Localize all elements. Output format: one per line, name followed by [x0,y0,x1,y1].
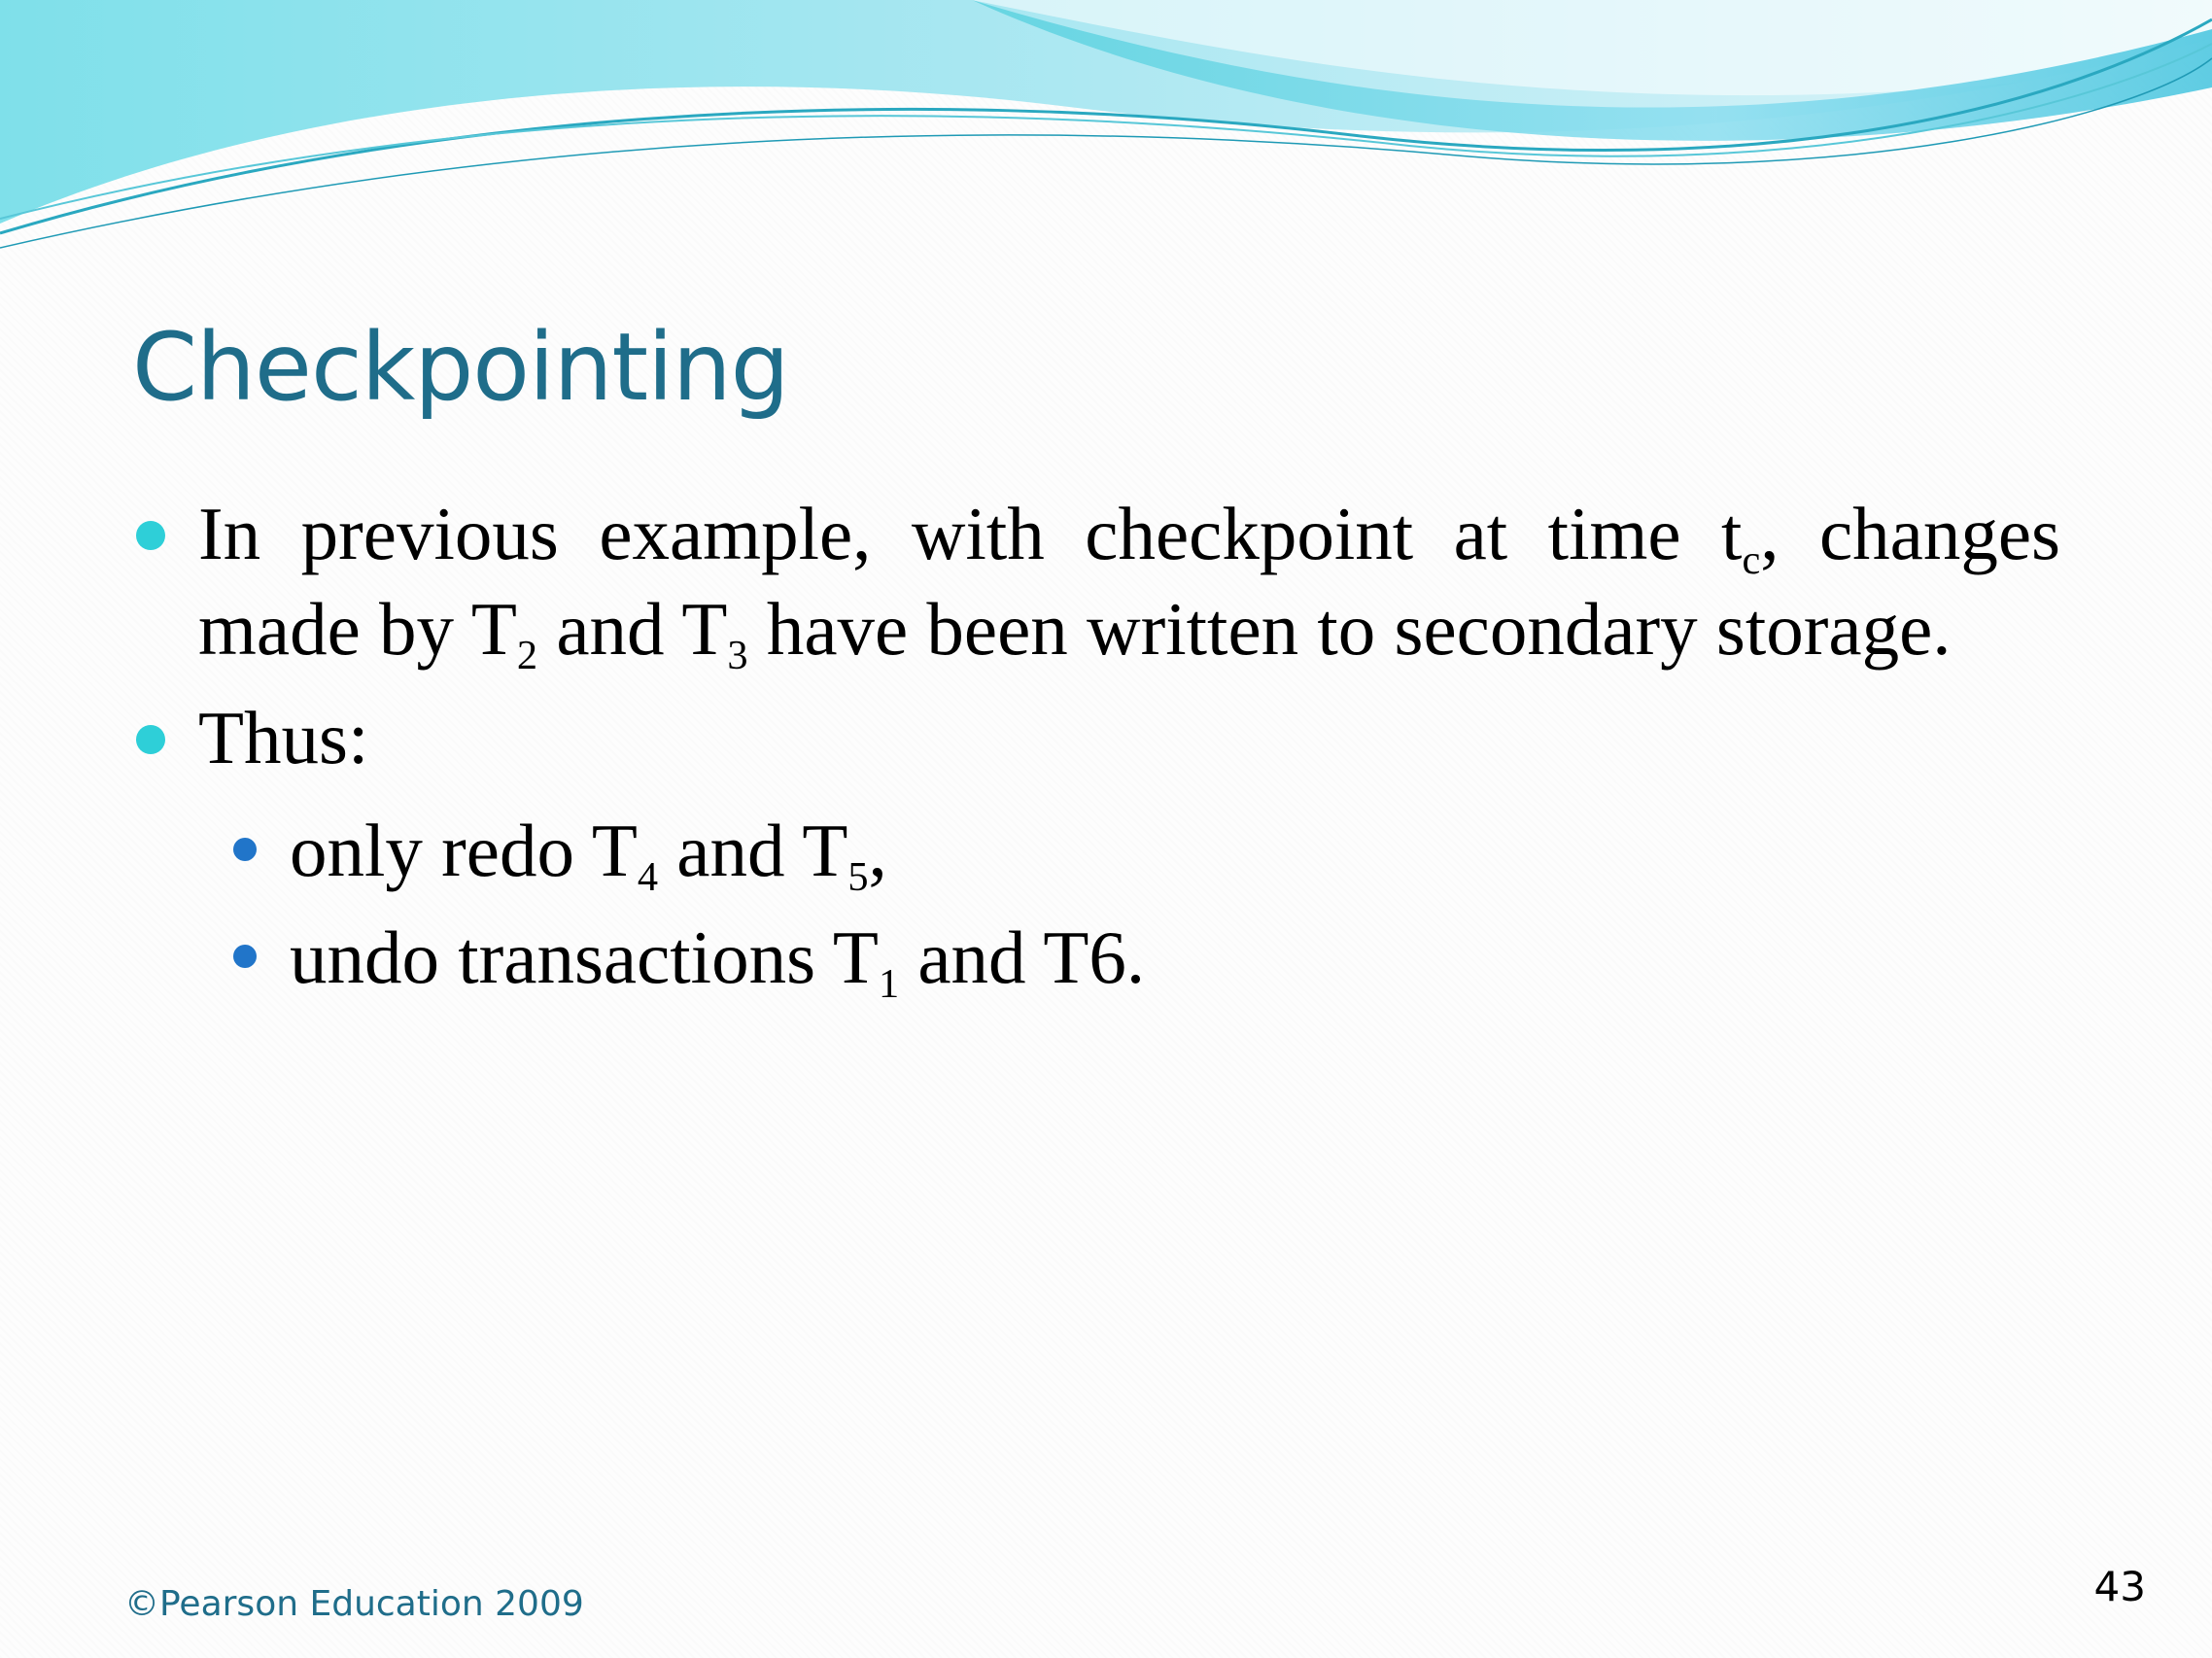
bullet-text: and T [658,809,848,892]
sub-bullet-list: only redo T4 and T5, undo transactions T… [136,797,2060,1011]
header-wave-decoration [0,0,2212,249]
sub-bullet-item-1: only redo T4 and T5, [233,797,2060,904]
bullet-text: only redo T [290,809,638,892]
bullet-text: undo transactions T [290,915,879,999]
bullet-text: In previous example, with checkpoint at … [198,492,1743,575]
bullet-dot-icon [136,521,165,550]
bullet-item-1: In previous example, with checkpoint at … [136,486,2060,676]
sub-bullet-dot-icon [233,945,257,968]
slide-title: Checkpointing [132,313,790,422]
bullet-text: , [868,809,887,892]
subscript: 5 [847,853,869,900]
subscript: 4 [637,853,659,900]
sub-bullet-dot-icon [233,838,257,861]
bullet-text: and T6. [899,915,1146,999]
sub-bullet-item-2: undo transactions T1 and T6. [233,904,2060,1011]
bullet-text: Thus: [198,696,369,779]
bullet-list: In previous example, with checkpoint at … [136,486,2060,1011]
slide: Checkpointing In previous example, with … [0,0,2212,1658]
bullet-dot-icon [136,725,165,754]
bullet-text: and T [537,587,728,671]
subscript: c [1742,536,1761,583]
footer-copyright: ©Pearson Education 2009 [124,1584,584,1624]
bullet-item-2: Thus: [136,690,2060,785]
subscript: 2 [516,632,538,678]
page-number: 43 [2093,1563,2146,1610]
subscript: 1 [878,960,900,1007]
bullet-text: have been written to secondary storage. [747,587,1952,671]
subscript: 3 [727,632,748,678]
